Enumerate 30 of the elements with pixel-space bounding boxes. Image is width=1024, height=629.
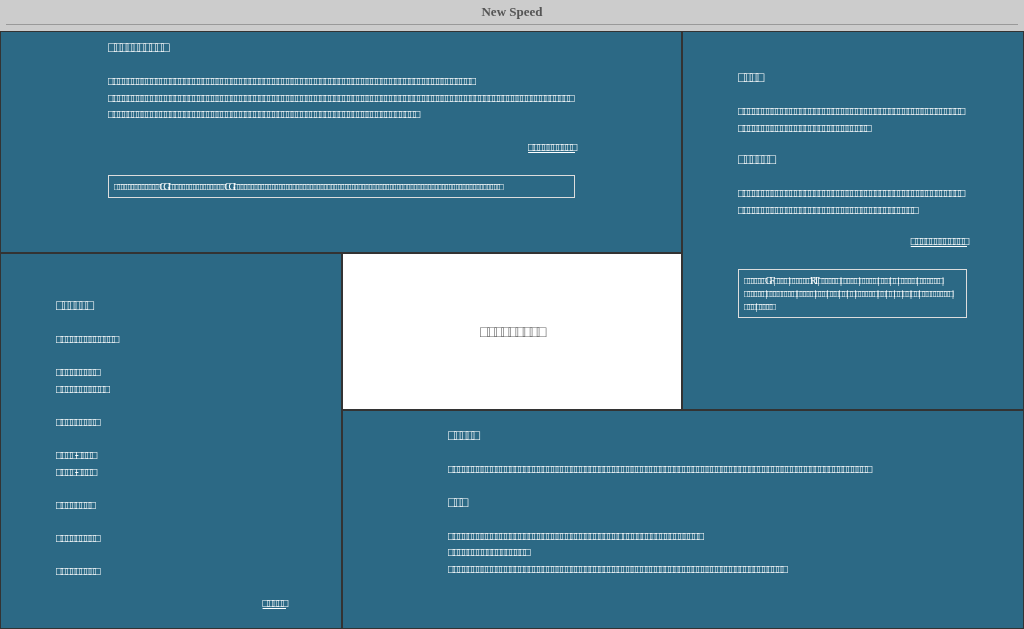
menu-item[interactable]: □□□□□□□□□ [56,563,341,580]
menu-item[interactable]: □□□□-□□□□ [56,464,341,481]
menu-item[interactable]: □□□□□□□□□ [56,364,341,381]
paragraph: □□□□□□□□□□□□□□□□□□□□□□□□□□□□□□□□□□□□□□□□□□□□□□□□□□□□□□□□□□□□□□□□□□□□□□□□□□□□□□ [108,73,476,90]
menu-item[interactable]: □□□□□□□□□□□ [56,381,341,398]
more-link[interactable]: □□□□□□□□□□ [528,139,575,155]
menu-item[interactable]: □□□□□□□□□ [56,530,341,547]
notice-box: □□□□□ □□□□□□□□CGI □□□□□□□□ □□□□□□□□CGI □□□□□□□□□□□□ □□□□□□□□□□□ □□□□□□□□□ □□□□□□ □□□□□ □□ □□□□ □□□□□ □□□□□ □□□□□ □□□□□ □□□ □□□□□ [108,174,575,198]
paragraph: □□□□□□□□□□□□□□□□□□□□□□□□□□□□□□□□□□□□□□□□□□□□□□□□□□□□□□□□□□□□□□□□□□□□□□□□□□□□ [738,103,965,136]
text-line: □□□□□□□□□□□□□□□□□□□□□□□□□□□□□□□□□□□□□□□□□□□□□□□□□□□□□□□□□□□□□□□□□□□□□□□□ [448,560,788,577]
menu-heading: □□□□□□ [56,298,93,314]
text-line: □□□□□□ □□□□□□□□□□□ [448,544,530,561]
text-line: □□□□□□□□□□□□□□□□□□□□□□□□□□□□□□□□□□□□□ □□□□□□□□□□□□□□□□□ [448,527,704,544]
section-heading: □□□□□□□□□□ [108,40,169,56]
text-line: □□□□□□□□□□□□□□□□□□□□□□□□□□□□□□□□□□□□□□□□□□□□□□□□□□□□□□□□□□□□□□□□□□□□□□□□□□□□□□□□□□□□□□□□□□ [448,461,872,478]
section-heading: □□□□□ [448,428,480,444]
page-title: New Speed [481,4,543,20]
more-link[interactable]: □□□□□□□□□□□□ [910,234,967,249]
menu-item[interactable]: □□□□-□□□□ [56,447,341,464]
menu-item[interactable]: □□□□□□□□□ [56,414,341,431]
more-link[interactable]: □□□□□ [262,596,286,611]
paragraph: □□□□□□□□□□□□□□□□□□□□□□□□□□□□□□□□□□□□□□□□□□□□□□□□□□□□□□□□□□□□□□□□□□□□□□□□□□□□□□□□□□□□□□ [738,185,965,218]
tag-list: □□□□□□GF | □□□□ | □□□□□□RT | □□□□□□ | □□□□□ | □□□□□ | □□□ | □□ | □□□□□ | □□□□□□□ | □□□□□□ | □□□□ □□□□ | □□□□□ | □□□ | □□□ | □□ | □□ | □□□□□□ | □□ | □□ | □□ | □□ | □□ | □□□ □□□□□□ | □□□ | □□□□□ [738,269,967,318]
banner-text: □□□□□□□□□ [480,322,544,341]
menu-item[interactable]: □□□□□□□□ [56,497,341,514]
section-heading: □□□□ [738,70,764,86]
paragraph: □□□□□□□□□□□□□□□□□□□□□□□□□□□□□□□□□□□□□□□□□□□□□□□□□□□□□□□□□□□□□□□□□□□□□□□□□□□□□□□□□□□□□□□□□□□□□□□□□□□□□□□□□□□□□□□□□□□□□□□□□□□□□□□□□□□□□□□□□□□□□□□□□□□□□□□□□□□□□□□□ □□□□□ [108,89,574,123]
section-heading: □□□□□□ [738,152,775,168]
section-heading: □□□ [448,494,468,511]
menu-item[interactable]: □□□□□□□□□□□□□ [56,331,341,348]
